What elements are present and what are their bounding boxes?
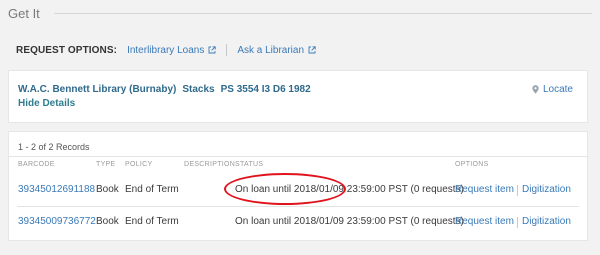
digitization-link[interactable]: Digitization — [522, 216, 571, 228]
records-divider — [9, 156, 587, 157]
column-header-policy: POLICY — [125, 161, 153, 168]
row-divider — [17, 206, 579, 207]
request-item-link[interactable]: Request item — [455, 184, 514, 196]
location-card: W.A.C. Bennett Library (Burnaby) Stacks PS… — [8, 70, 588, 123]
item-policy: End of Term — [125, 184, 179, 195]
location-heading[interactable]: W.A.C. Bennett Library (Burnaby) Stacks PS… — [18, 84, 311, 95]
column-header-type: TYPE — [96, 161, 116, 168]
get-it-header: Get It — [8, 5, 592, 21]
hide-details-link[interactable]: Hide Details — [18, 98, 75, 109]
locate-label: Locate — [542, 84, 573, 95]
barcode-link[interactable]: 39345012691188 — [18, 184, 95, 196]
item-type: Book — [96, 216, 119, 227]
item-status: On loan until 2018/01/09 23:59:00 PST (0… — [235, 216, 464, 227]
ask-a-librarian-link[interactable]: Ask a Librarian — [237, 45, 316, 56]
interlibrary-loans-label: Interlibrary Loans — [127, 44, 205, 56]
call-number: PS 3554 I3 D6 1982 — [220, 84, 311, 95]
records-card: 1 - 2 of 2 Records BARCODE TYPE POLICY D… — [8, 131, 588, 241]
interlibrary-loans-link[interactable]: Interlibrary Loans — [127, 45, 216, 56]
external-link-icon — [308, 46, 316, 54]
options-separator — [517, 185, 518, 196]
item-type: Book — [96, 184, 119, 195]
digitization-link[interactable]: Digitization — [522, 184, 571, 196]
item-status: On loan until 2018/01/09 23:59:00 PST (0… — [235, 184, 464, 195]
options-separator — [517, 217, 518, 228]
request-options-bar: REQUEST OPTIONS: Interlibrary Loans Ask … — [16, 44, 316, 56]
table-row: 39345009736772 Book End of Term On loan … — [9, 210, 587, 234]
records-count: 1 - 2 of 2 Records — [18, 142, 90, 152]
options-separator — [226, 44, 228, 56]
barcode-link[interactable]: 39345009736772 — [18, 216, 96, 228]
column-header-description: DESCRIPTION — [184, 161, 236, 168]
request-item-link[interactable]: Request item — [455, 216, 514, 228]
column-header-options: OPTIONS — [455, 161, 489, 168]
column-header-barcode: BARCODE — [18, 161, 55, 168]
item-policy: End of Term — [125, 216, 179, 227]
request-options-label: REQUEST OPTIONS: — [16, 44, 118, 56]
locate-button[interactable]: Locate — [532, 84, 573, 95]
header-divider — [53, 12, 592, 14]
section-title: Get It — [8, 5, 40, 21]
table-row: 39345012691188 Book End of Term On loan … — [9, 178, 587, 202]
library-name: W.A.C. Bennett Library (Burnaby) — [18, 84, 177, 95]
column-header-status: STATUS — [235, 161, 264, 168]
external-link-icon — [208, 46, 216, 54]
ask-a-librarian-label: Ask a Librarian — [237, 44, 305, 56]
map-pin-icon — [532, 85, 539, 94]
collection-name: Stacks — [182, 84, 215, 95]
